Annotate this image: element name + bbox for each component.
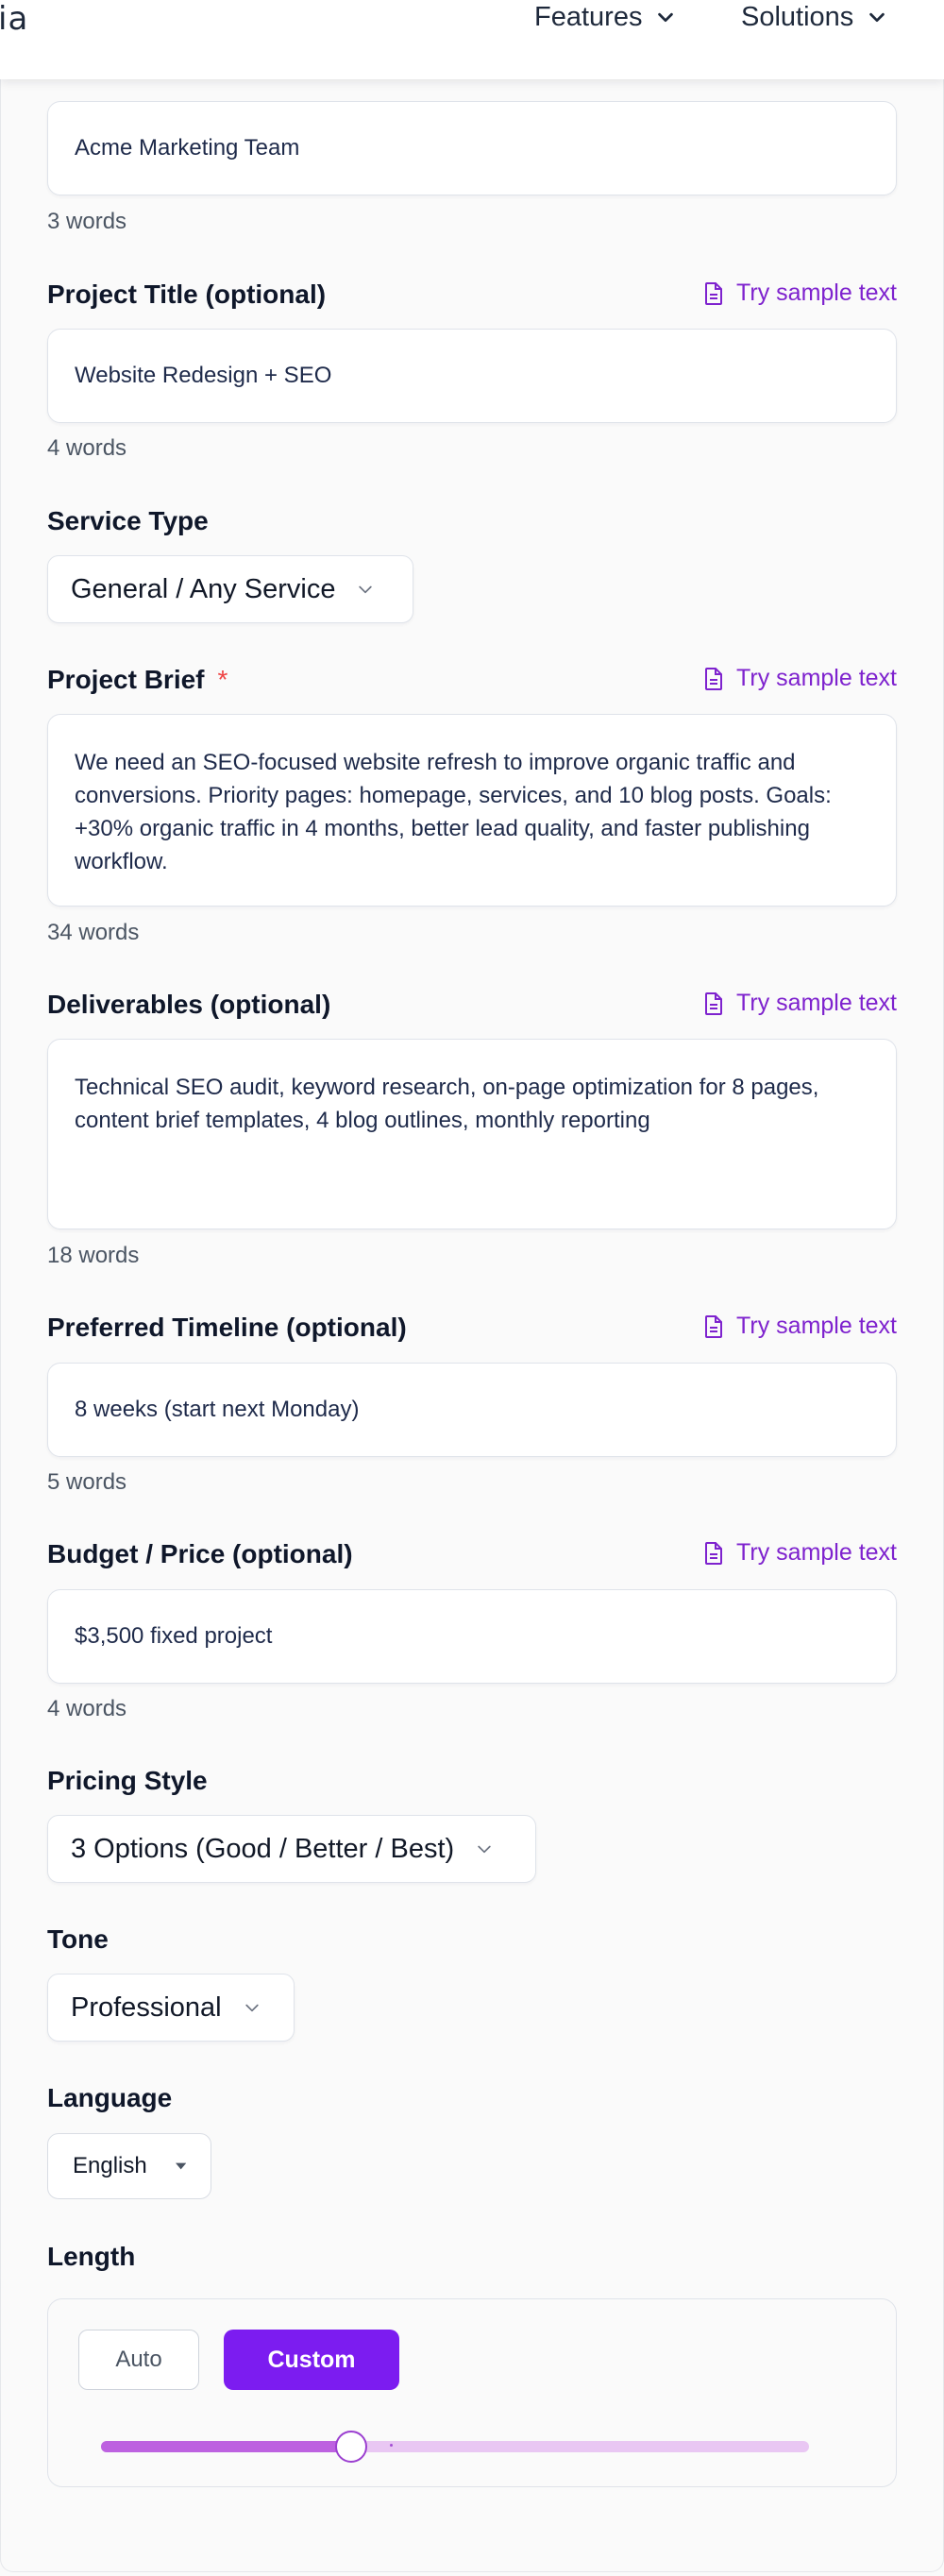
document-icon: [705, 1314, 723, 1338]
deliverables-label: Deliverables (optional): [47, 990, 331, 1019]
budget-value: $3,500 fixed project: [75, 1623, 273, 1649]
try-sample-project-title[interactable]: Try sample text: [702, 280, 897, 307]
project-title-input[interactable]: Website Redesign + SEO: [47, 329, 897, 423]
document-icon: [705, 991, 723, 1015]
timeline-label: Preferred Timeline (optional): [47, 1313, 407, 1342]
deliverables-value: Technical SEO audit, keyword research, o…: [75, 1075, 819, 1133]
try-sample-timeline[interactable]: Try sample text: [702, 1313, 897, 1340]
document-icon: [705, 281, 723, 305]
try-sample-project-brief[interactable]: Try sample text: [702, 665, 897, 692]
length-custom-button[interactable]: Custom: [224, 2330, 399, 2390]
timeline-input[interactable]: 8 weeks (start next Monday): [47, 1363, 897, 1457]
language-select[interactable]: English: [47, 2133, 211, 2199]
language-value: English: [73, 2153, 147, 2178]
project-brief-label: Project Brief *: [47, 665, 228, 695]
project-brief-label-text: Project Brief: [47, 665, 205, 694]
caret-down-icon: [175, 2162, 186, 2170]
document-icon: [705, 1541, 723, 1565]
length-slider-fill: [101, 2441, 351, 2452]
logo[interactable]: ia: [0, 0, 28, 38]
chevron-down-icon: [478, 1845, 491, 1854]
budget-label: Budget / Price (optional): [47, 1539, 353, 1568]
chevron-down-icon: [658, 12, 674, 23]
try-sample-label: Try sample text: [736, 280, 897, 306]
tone-value: Professional: [71, 1991, 222, 2023]
length-slider-tick: [390, 2444, 393, 2447]
length-control: Auto Custom: [47, 2298, 897, 2487]
try-sample-deliverables[interactable]: Try sample text: [702, 990, 897, 1017]
chevron-down-icon: [359, 585, 373, 594]
nav-solutions-label: Solutions: [741, 1, 854, 32]
tone-select[interactable]: Professional: [47, 1974, 295, 2042]
length-slider[interactable]: [101, 2431, 809, 2463]
pricing-style-value: 3 Options (Good / Better / Best): [71, 1833, 455, 1864]
try-sample-label: Try sample text: [736, 1539, 897, 1566]
project-title-label: Project Title (optional): [47, 280, 327, 309]
client-name-input[interactable]: Acme Marketing Team: [47, 101, 897, 195]
length-auto-button[interactable]: Auto: [78, 2330, 199, 2390]
nav-features-label: Features: [534, 1, 643, 32]
tone-label: Tone: [47, 1924, 109, 1954]
nav-solutions[interactable]: Solutions: [741, 0, 887, 34]
try-sample-label: Try sample text: [736, 1313, 897, 1339]
required-marker: *: [217, 665, 228, 694]
budget-input[interactable]: $3,500 fixed project: [47, 1589, 897, 1684]
try-sample-label: Try sample text: [736, 990, 897, 1016]
chevron-down-icon: [869, 12, 885, 23]
pricing-style-label: Pricing Style: [47, 1766, 208, 1795]
try-sample-budget[interactable]: Try sample text: [702, 1539, 897, 1567]
pricing-style-select[interactable]: 3 Options (Good / Better / Best): [47, 1815, 536, 1883]
timeline-word-count: 5 words: [47, 1469, 127, 1495]
deliverables-textarea[interactable]: Technical SEO audit, keyword research, o…: [47, 1039, 897, 1229]
top-navigation-bar: ia Features Solutions: [0, 0, 944, 79]
project-brief-word-count: 34 words: [47, 920, 140, 945]
client-name-value: Acme Marketing Team: [75, 135, 300, 161]
service-type-label: Service Type: [47, 506, 209, 535]
project-brief-value: We need an SEO-focused website refresh t…: [75, 750, 832, 874]
client-word-count: 3 words: [47, 209, 127, 234]
chevron-down-icon: [244, 2004, 259, 2012]
length-slider-thumb[interactable]: [334, 2431, 367, 2463]
project-title-word-count: 4 words: [47, 435, 127, 461]
project-brief-textarea[interactable]: We need an SEO-focused website refresh t…: [47, 714, 897, 907]
try-sample-label: Try sample text: [736, 665, 897, 691]
budget-word-count: 4 words: [47, 1696, 127, 1721]
service-type-value: General / Any Service: [71, 573, 336, 604]
timeline-value: 8 weeks (start next Monday): [75, 1397, 360, 1422]
document-icon: [705, 667, 723, 690]
deliverables-word-count: 18 words: [47, 1243, 140, 1268]
service-type-select[interactable]: General / Any Service: [47, 555, 413, 623]
language-label: Language: [47, 2083, 173, 2112]
nav-features[interactable]: Features: [534, 0, 676, 34]
project-title-value: Website Redesign + SEO: [75, 363, 332, 388]
length-label: Length: [47, 2242, 136, 2271]
